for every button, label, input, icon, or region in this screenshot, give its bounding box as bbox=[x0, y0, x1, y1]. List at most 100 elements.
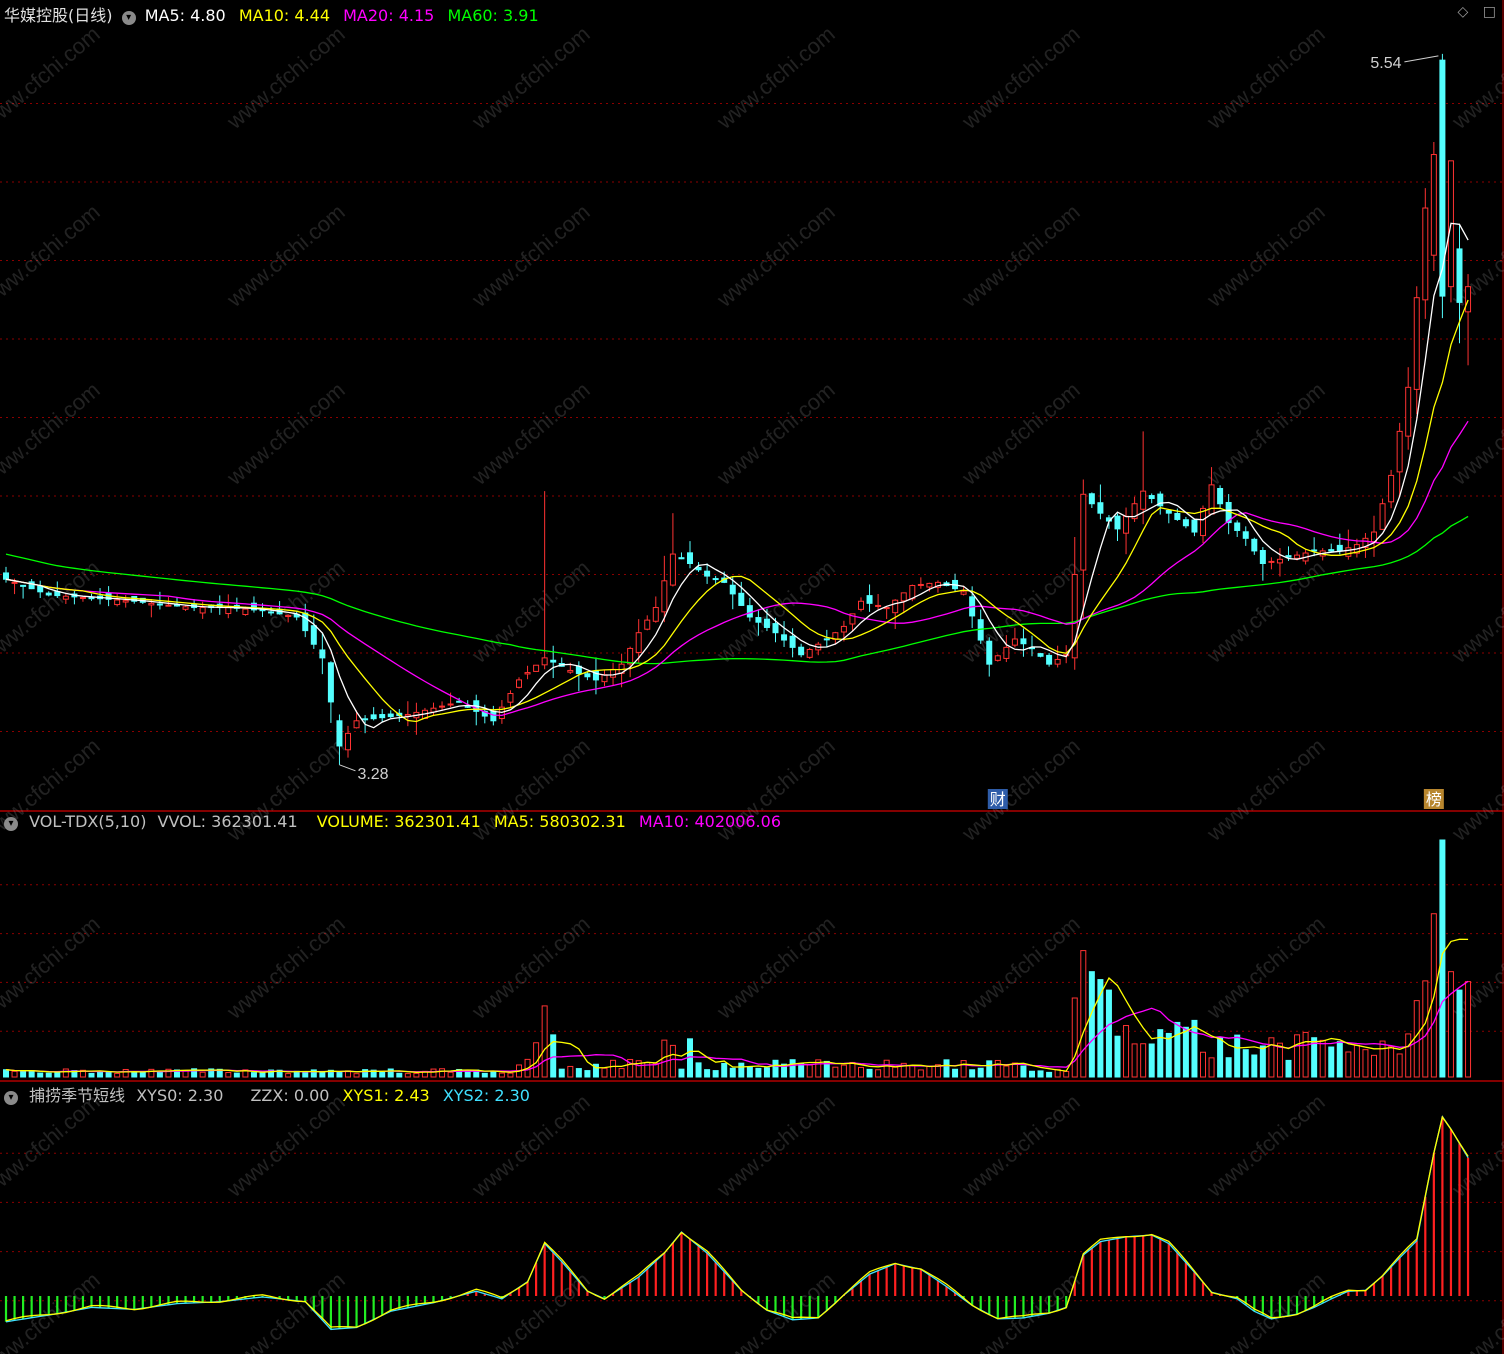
candle bbox=[550, 645, 557, 679]
watermark-text: www.cfchi.com bbox=[0, 21, 105, 134]
candle bbox=[1413, 286, 1420, 415]
volume-bar bbox=[960, 1060, 967, 1078]
volume-bar bbox=[336, 1071, 343, 1078]
watermark-text: www.cfchi.com bbox=[1201, 377, 1329, 490]
stock-title[interactable]: 华媒控股(日线) bbox=[4, 6, 113, 25]
candle-body bbox=[1003, 646, 1010, 659]
candle-body bbox=[1251, 538, 1258, 552]
stock-chart[interactable]: www.cfchi.com www.cfchi.com www.cfchi.com w… bbox=[0, 0, 1504, 1354]
candle-body bbox=[763, 618, 770, 628]
candle bbox=[1071, 537, 1078, 670]
zzx-label: ZZX: 0.00 bbox=[250, 1086, 330, 1105]
candle-body bbox=[11, 581, 18, 584]
candle bbox=[370, 707, 377, 721]
watermark-text: www.cfchi.com bbox=[466, 377, 594, 490]
watermark-text: www.cfchi.com bbox=[1446, 377, 1504, 490]
volume-bar bbox=[430, 1068, 437, 1078]
candle-body bbox=[1037, 653, 1044, 657]
ma-label-60: MA60: 3.91 bbox=[447, 6, 539, 25]
candle bbox=[97, 588, 104, 605]
volume-bar bbox=[404, 1073, 411, 1078]
candle bbox=[1268, 557, 1275, 570]
candle-body bbox=[823, 638, 830, 641]
candle bbox=[122, 595, 129, 608]
settings-circle-icon[interactable]: ▾ bbox=[4, 817, 18, 831]
candle bbox=[652, 596, 659, 623]
watermark-text: www.cfchi.com bbox=[466, 199, 594, 312]
candle bbox=[379, 708, 386, 723]
settings-circle-icon[interactable]: ▾ bbox=[121, 11, 136, 25]
volume-bar bbox=[721, 1062, 728, 1078]
candle-body bbox=[165, 604, 172, 607]
volume-bar bbox=[1200, 1051, 1206, 1078]
candle-body bbox=[1430, 154, 1437, 256]
candle bbox=[1217, 485, 1224, 509]
volume-bar bbox=[507, 1072, 514, 1078]
low-arrow bbox=[339, 764, 356, 772]
candle-body bbox=[362, 718, 369, 721]
diamond-icon[interactable]: ◇ bbox=[1458, 4, 1469, 20]
candle-body bbox=[62, 595, 69, 600]
candle-body bbox=[1336, 544, 1343, 552]
volume-bar bbox=[1114, 1035, 1121, 1078]
watermark-text: www.cfchi.com bbox=[1446, 21, 1504, 134]
volume-bar bbox=[610, 1059, 617, 1078]
candle bbox=[404, 701, 411, 727]
watermark-text: www.cfchi.com bbox=[1201, 733, 1329, 846]
candle-body bbox=[567, 669, 574, 673]
watermark-text: www.cfchi.com bbox=[711, 911, 839, 1024]
candle-body bbox=[661, 580, 668, 613]
candle bbox=[1242, 526, 1249, 546]
candle-body bbox=[114, 599, 121, 606]
candle-body bbox=[1328, 549, 1335, 552]
watermark-text: www.cfchi.com bbox=[1446, 1267, 1504, 1354]
candle-body bbox=[610, 668, 617, 678]
candle bbox=[1140, 431, 1147, 525]
event-marker[interactable]: 榜 bbox=[1423, 789, 1444, 809]
watermark-text: www.cfchi.com bbox=[0, 1267, 105, 1354]
settings-circle-icon[interactable]: ▾ bbox=[4, 1091, 18, 1105]
volume-bar bbox=[952, 1068, 959, 1078]
volume-bar bbox=[1242, 1049, 1249, 1078]
volume-bar bbox=[772, 1059, 779, 1078]
watermark-text: www.cfchi.com bbox=[711, 1089, 839, 1202]
volume-bar bbox=[1362, 1049, 1369, 1078]
candle bbox=[1379, 498, 1386, 530]
candle-body bbox=[156, 603, 163, 606]
xys1-label: XYS1: 2.43 bbox=[342, 1086, 430, 1105]
ma-label-5: MA5: 4.80 bbox=[144, 6, 226, 25]
watermark-text: www.cfchi.com bbox=[466, 21, 594, 134]
candle bbox=[413, 702, 420, 735]
volume-bar bbox=[379, 1071, 386, 1078]
candle-body bbox=[1259, 550, 1266, 565]
watermark-text: www.cfchi.com bbox=[466, 911, 594, 1024]
volume-bar bbox=[1046, 1071, 1053, 1078]
candle-body bbox=[268, 611, 275, 614]
watermark-text: www.cfchi.com bbox=[221, 1089, 349, 1202]
event-marker[interactable]: 财 bbox=[987, 789, 1008, 809]
volume-bar bbox=[1037, 1070, 1044, 1078]
candle bbox=[1037, 652, 1044, 658]
candle bbox=[994, 654, 1001, 662]
square-icon[interactable]: □ bbox=[1483, 4, 1496, 20]
candle-body bbox=[1123, 515, 1130, 534]
candle-body bbox=[1080, 493, 1087, 571]
candle bbox=[917, 577, 924, 589]
candle-body bbox=[370, 714, 377, 720]
candle-body bbox=[900, 592, 907, 602]
candle bbox=[1388, 469, 1395, 509]
watermark-text: www.cfchi.com bbox=[956, 21, 1084, 134]
volume-bar bbox=[439, 1068, 446, 1078]
indicator-name[interactable]: 捕捞季节短线 bbox=[29, 1086, 125, 1105]
candle-body bbox=[447, 703, 454, 706]
candle bbox=[327, 661, 334, 723]
volume-ma10-label: MA10: 402006.06 bbox=[638, 812, 781, 831]
candle bbox=[473, 694, 480, 726]
candle bbox=[781, 621, 788, 647]
candle bbox=[387, 710, 394, 719]
candle bbox=[1123, 507, 1130, 555]
candle bbox=[1131, 496, 1138, 522]
main-panel-header: 华媒控股(日线) ▾ MA5: 4.80 MA10: 4.44 MA20: 4.… bbox=[4, 2, 539, 25]
volume-bar bbox=[1388, 1046, 1395, 1078]
volume-indicator-name[interactable]: VOL-TDX(5,10) bbox=[29, 812, 146, 831]
